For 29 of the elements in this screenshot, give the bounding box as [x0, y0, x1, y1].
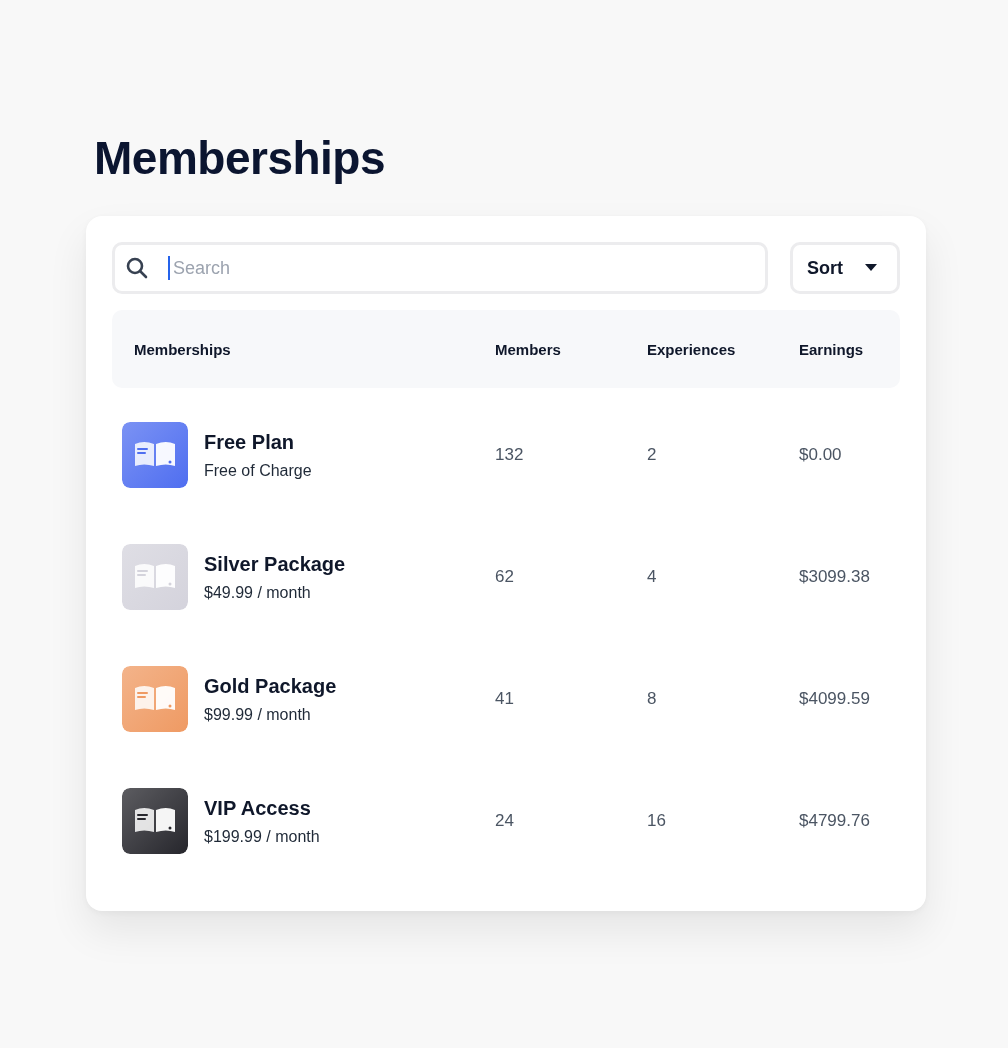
- membership-name: VIP Access: [204, 796, 312, 820]
- earnings-cell-text: $3099.38: [799, 567, 871, 587]
- members-cell-text: 62: [495, 567, 515, 587]
- column-header: Members: [495, 340, 562, 358]
- experiences-cell-text: 4: [647, 567, 658, 587]
- membership-name: Free Plan: [204, 430, 296, 454]
- experiences-cell-text: 8: [647, 689, 658, 709]
- earnings-cell-text: $4099.59: [799, 689, 871, 709]
- experiences-cell-text: 16: [647, 811, 667, 831]
- search-icon: [125, 256, 149, 280]
- members-cell-text: 132: [495, 445, 525, 465]
- membership-name: Silver Package: [204, 552, 346, 576]
- column-header: Experiences: [647, 340, 737, 358]
- earnings-cell-text: $4799.76: [799, 811, 871, 831]
- page-title: Memberships: [94, 131, 387, 186]
- membership-price: $99.99 / month: [204, 705, 312, 724]
- membership-name: Gold Package: [204, 674, 337, 698]
- membership-price: Free of Charge: [204, 461, 312, 480]
- column-header: Memberships: [133, 340, 232, 358]
- membership-price: $199.99 / month: [204, 827, 320, 846]
- members-cell-text: 24: [495, 811, 515, 831]
- earnings-cell-text: $0.00: [799, 445, 843, 465]
- search-field[interactable]: Search: [112, 242, 768, 294]
- column-header: Earnings: [799, 340, 865, 358]
- members-cell-text: 41: [495, 689, 515, 709]
- caret-icon: [865, 264, 877, 272]
- membership-price: $49.99 / month: [204, 583, 312, 602]
- experiences-cell-text: 2: [647, 445, 658, 465]
- sort-button[interactable]: Sort: [790, 242, 900, 294]
